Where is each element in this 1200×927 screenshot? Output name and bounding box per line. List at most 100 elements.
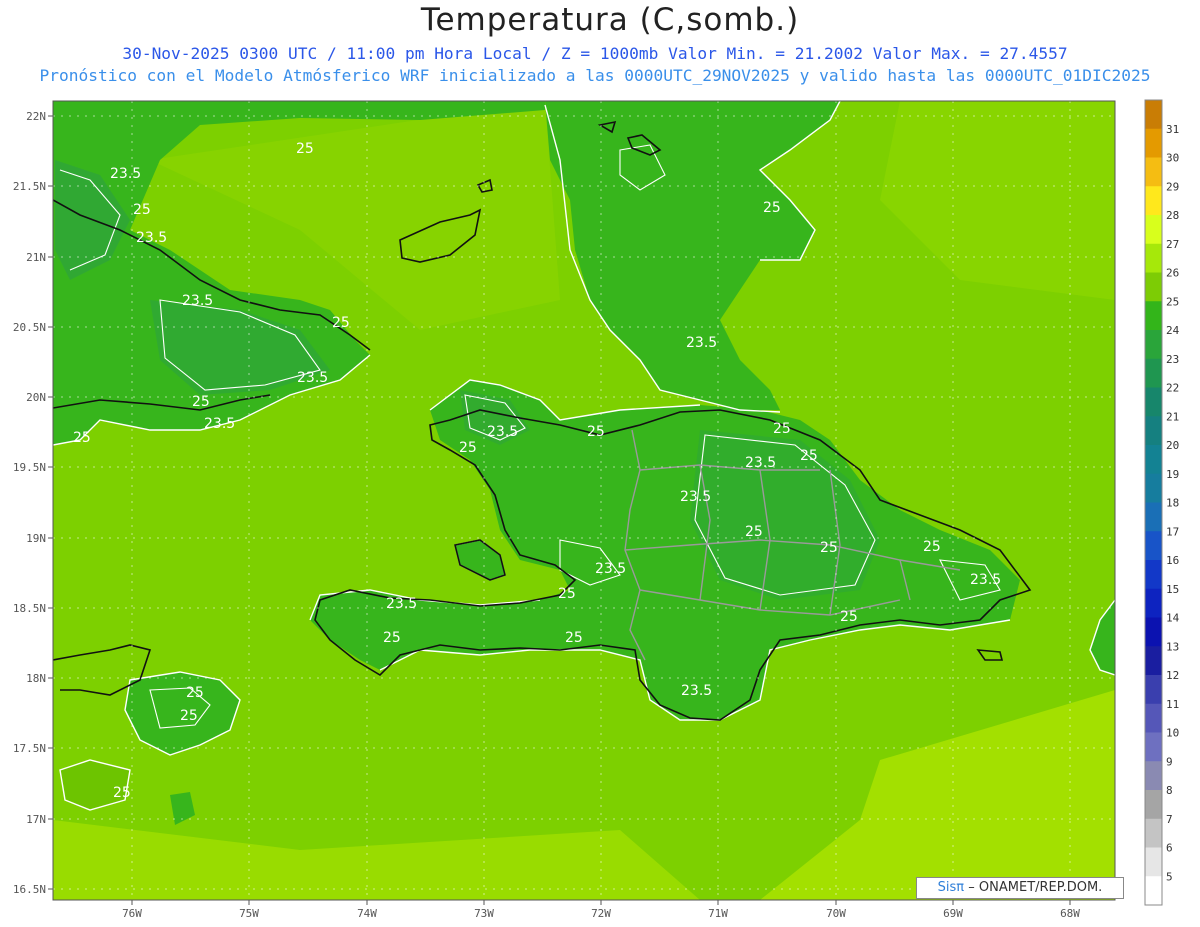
colorbar-label: 19 <box>1166 468 1179 481</box>
lat-label: 18.5N <box>13 602 46 615</box>
lat-label: 19N <box>26 532 46 545</box>
lat-label: 21.5N <box>13 180 46 193</box>
contour-label: 23.5 <box>970 572 1001 588</box>
colorbar-label: 7 <box>1166 813 1173 826</box>
contour-label: 25 <box>923 539 941 555</box>
colorbar-label: 8 <box>1166 784 1173 797</box>
contour-label: 25 <box>587 424 605 440</box>
colorbar-label: 10 <box>1166 727 1179 740</box>
contour-label: 25 <box>745 524 763 540</box>
colorbar-label: 5 <box>1166 870 1173 883</box>
contour-label: 23.5 <box>681 683 712 699</box>
colorbar-swatch <box>1145 675 1162 705</box>
contour-label: 25 <box>192 394 210 410</box>
contour-label: 23.5 <box>136 230 167 246</box>
lat-label: 20.5N <box>13 321 46 334</box>
colorbar-label: 28 <box>1166 209 1179 222</box>
shaded-field <box>53 101 1115 900</box>
colorbar-label: 24 <box>1166 324 1180 337</box>
lat-label: 17.5N <box>13 742 46 755</box>
colorbar-label: 25 <box>1166 295 1179 308</box>
contour-label: 23.5 <box>110 166 141 182</box>
colorbar-swatch <box>1145 818 1162 848</box>
colorbar-swatch <box>1145 387 1162 417</box>
latitude-axis: 22N 21.5N 21N 20.5N 20N 19.5N 19N 18.5N 18N 17.5N… <box>13 110 53 896</box>
colorbar-swatch <box>1145 646 1162 676</box>
sis-logo-text: Sisπ <box>937 880 965 895</box>
contour-label: 23.5 <box>680 489 711 505</box>
contour-label: 25 <box>800 448 818 464</box>
colorbar-swatch <box>1145 876 1162 906</box>
colorbar-swatch <box>1145 445 1162 475</box>
colorbar-label: 23 <box>1166 353 1179 366</box>
contour-label: 25 <box>133 202 151 218</box>
colorbar-swatch <box>1145 301 1162 331</box>
temperature-map: 25 23.5 25 23.5 23.5 25 23.5 25 23.5 25 25 25 23.5 25… <box>13 99 1180 920</box>
contour-label: 25 <box>773 421 791 437</box>
colorbar-swatch <box>1145 732 1162 762</box>
colorbar-swatch <box>1145 473 1162 503</box>
longitude-axis: 76W 75W 74W 73W 72W 71W 70W 69W 68W <box>122 900 1080 920</box>
colorbar-label: 21 <box>1166 410 1179 423</box>
colorbar-label: 20 <box>1166 439 1179 452</box>
contour-label: 23.5 <box>182 293 213 309</box>
lon-label: 70W <box>826 907 846 920</box>
contour-label: 25 <box>113 785 131 801</box>
contour-label: 25 <box>565 630 583 646</box>
colorbar-label: 18 <box>1166 497 1179 510</box>
contour-label: 25 <box>186 685 204 701</box>
lat-label: 19.5N <box>13 461 46 474</box>
contour-label: 25 <box>332 315 350 331</box>
contour-label: 23.5 <box>487 424 518 440</box>
colorbar-label: 11 <box>1166 698 1179 711</box>
colorbar-label: 9 <box>1166 755 1173 768</box>
lat-label: 18N <box>26 672 46 685</box>
contour-label: 25 <box>296 141 314 157</box>
colorbar-swatch <box>1145 790 1162 820</box>
lon-label: 68W <box>1060 907 1080 920</box>
colorbar-swatch <box>1145 186 1162 216</box>
colorbar-swatch <box>1145 847 1162 877</box>
lon-label: 71W <box>708 907 728 920</box>
colorbar-label: 15 <box>1166 583 1179 596</box>
colorbar-swatch <box>1145 588 1162 618</box>
lat-label: 16.5N <box>13 883 46 896</box>
colorbar-swatch <box>1145 272 1162 302</box>
colorbar-label: 31 <box>1166 123 1179 136</box>
colorbar-swatch <box>1145 358 1162 388</box>
colorbar-label: 12 <box>1166 669 1179 682</box>
lat-label: 21N <box>26 251 46 264</box>
contour-label: 25 <box>459 440 477 456</box>
contour-label: 25 <box>383 630 401 646</box>
colorbar: 31 30 29 28 27 26 25 24 23 22 21 20 19 18 17 16 15 14 13 12… <box>1144 99 1180 906</box>
colorbar-swatch <box>1145 617 1162 647</box>
colorbar-label: 13 <box>1166 640 1179 653</box>
contour-label: 23.5 <box>595 561 626 577</box>
lon-label: 72W <box>591 907 611 920</box>
contour-label: 23.5 <box>745 455 776 471</box>
colorbar-label: 29 <box>1166 180 1179 193</box>
contour-label: 23.5 <box>297 370 328 386</box>
credit-text: – ONAMET/REP.DOM. <box>968 880 1103 895</box>
contour-label: 25 <box>180 708 198 724</box>
contour-label: 23.5 <box>386 596 417 612</box>
contour-label: 23.5 <box>686 335 717 351</box>
contour-label: 23.5 <box>204 416 235 432</box>
colorbar-swatch <box>1145 416 1162 446</box>
contour-label: 25 <box>73 430 91 446</box>
colorbar-swatch <box>1145 502 1162 532</box>
contour-label: 25 <box>763 200 781 216</box>
colorbar-swatch <box>1145 215 1162 245</box>
lon-label: 75W <box>239 907 259 920</box>
contour-label: 25 <box>820 540 838 556</box>
contour-label: 25 <box>840 609 858 625</box>
colorbar-swatch <box>1145 100 1162 130</box>
colorbar-label: 14 <box>1166 612 1180 625</box>
colorbar-label: 27 <box>1166 238 1179 251</box>
lat-label: 17N <box>26 813 46 826</box>
lat-label: 20N <box>26 391 46 404</box>
lon-label: 76W <box>122 907 142 920</box>
colorbar-swatch <box>1145 761 1162 791</box>
lon-label: 74W <box>357 907 377 920</box>
lon-label: 69W <box>943 907 963 920</box>
